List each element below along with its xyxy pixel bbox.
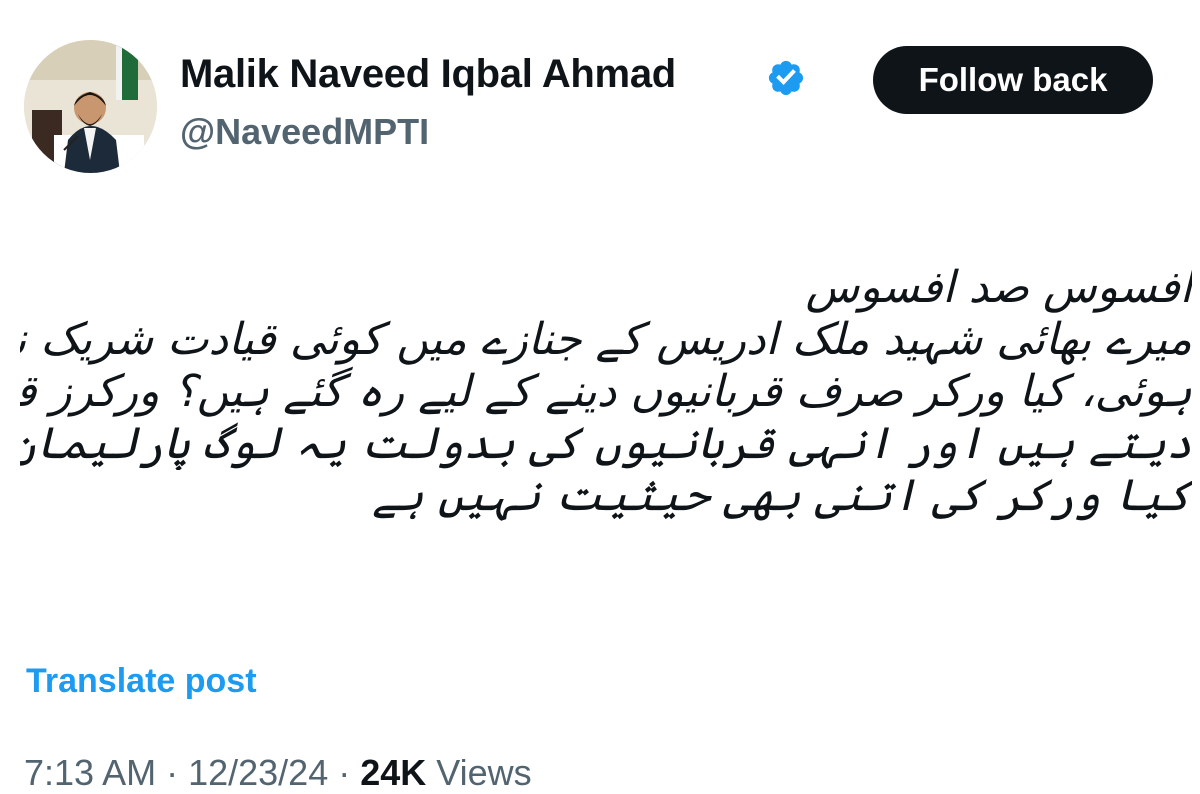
follow-back-button[interactable]: Follow back (873, 46, 1153, 114)
profile-photo (24, 40, 157, 173)
meta-separator: · (328, 752, 361, 793)
views-count: 24K (360, 752, 427, 793)
post-line: دیتے ہیں اور انہی قربانیوں کی بدولت یہ ل… (20, 418, 1192, 469)
avatar[interactable] (24, 40, 157, 173)
post-date[interactable]: 12/23/24 (188, 752, 328, 793)
post-time[interactable]: 7:13 AM (24, 752, 156, 793)
meta-separator: · (156, 752, 189, 793)
translate-post-link[interactable]: Translate post (26, 662, 257, 701)
post-meta: 7:13 AM · 12/23/24 · 24K Views (24, 752, 532, 794)
author-display-name[interactable]: Malik Naveed Iqbal Ahmad (180, 52, 676, 96)
post-line: میرے بھائی شہید ملک ادریس کے جنازے میں ک… (20, 314, 1192, 365)
post-line: افسوس صد افسوس (805, 262, 1192, 313)
verified-badge-icon[interactable] (766, 58, 806, 98)
views-label: Views (426, 752, 532, 793)
post-line: ہوئی، کیا ورکر صرف قربانیوں دینے کے لیے … (20, 366, 1192, 417)
post-text: افسوس صد افسوس میرے بھائی شہید ملک ادریس… (20, 262, 1192, 522)
author-handle[interactable]: @NaveedMPTI (180, 112, 429, 152)
post-line: کیا ورکر کی اتنی بھی حیثیت نہیں ہے (372, 470, 1192, 521)
